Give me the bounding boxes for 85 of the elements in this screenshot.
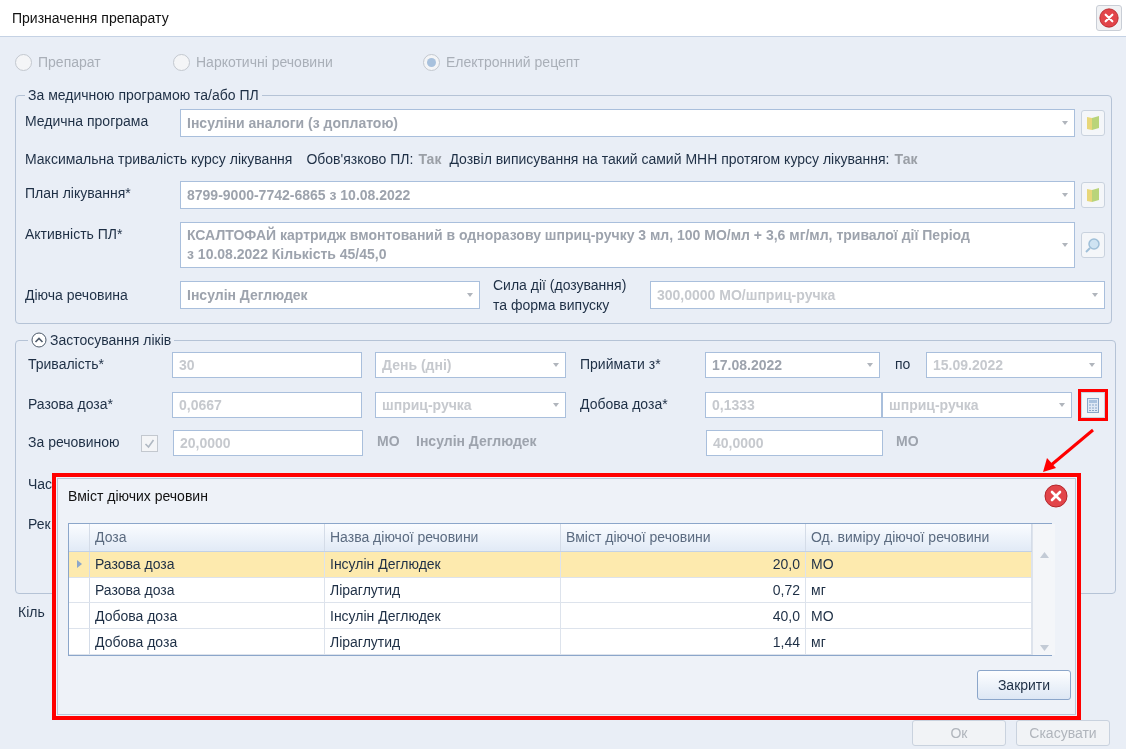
- book-icon: [1086, 115, 1100, 131]
- table-cell: Ліраглутид: [325, 577, 561, 603]
- calculator-icon: [1087, 397, 1099, 413]
- close-icon: [1044, 484, 1068, 508]
- group-title: За медичною програмою та/або ПЛ: [28, 87, 259, 103]
- check-icon: [144, 437, 155, 449]
- info-value: Так: [894, 151, 918, 167]
- close-icon: [1099, 8, 1119, 28]
- substance-text: Інсулін Деглюдек: [416, 432, 538, 449]
- radio-option[interactable]: Електронний рецепт: [423, 53, 623, 71]
- field-label: Час: [28, 476, 54, 492]
- table-cell: Добова доза: [90, 629, 325, 654]
- column-header[interactable]: Доза: [90, 524, 325, 551]
- field-label: по: [895, 355, 912, 372]
- table-cell: Інсулін Деглюдек: [325, 551, 561, 577]
- info-text: Обов'язково ПЛ:: [306, 151, 414, 167]
- table-cell: Разова доза: [90, 551, 325, 577]
- close-button[interactable]: [1042, 483, 1070, 509]
- field-label: Сила дії (дозування) та форма випуску: [493, 276, 628, 315]
- checkbox[interactable]: [141, 434, 158, 452]
- calculator-button[interactable]: [1081, 392, 1105, 418]
- scrollbar[interactable]: [1032, 524, 1055, 655]
- radio-option[interactable]: Препарат: [15, 53, 173, 71]
- input-field[interactable]: 0,1333: [705, 392, 882, 418]
- scroll-up-icon: [1039, 552, 1049, 558]
- table-cell: Ліраглутид: [325, 629, 561, 654]
- search-button[interactable]: [1081, 232, 1105, 258]
- close-dialog-button[interactable]: Закрити: [977, 670, 1071, 700]
- field-label: Медична програма: [25, 112, 150, 129]
- window-title: Призначення препарату: [12, 10, 169, 26]
- table-row[interactable]: Добова доза Інсулін Деглюдек 40,0 МО: [69, 603, 1032, 630]
- input-field[interactable]: 40,0000: [706, 430, 883, 456]
- field-label: Активність ПЛ*: [25, 225, 124, 242]
- book-button[interactable]: [1081, 182, 1105, 208]
- column-header[interactable]: Вміст діючої речовини: [561, 524, 806, 551]
- field-label: Діюча речовина: [25, 287, 129, 303]
- close-button[interactable]: [1096, 5, 1122, 31]
- unit-text: МО: [896, 432, 920, 449]
- dropdown-field[interactable]: 300,0000 МО/шприц-ручка: [650, 281, 1105, 309]
- info-value: Так: [418, 151, 442, 167]
- table-cell: 0,72: [561, 577, 806, 603]
- field-label: Добова доза*: [580, 395, 669, 412]
- search-icon: [1085, 237, 1101, 253]
- dialog-button[interactable]: Скасувати: [1016, 720, 1110, 746]
- dialog-title: Вміст діючих речовин: [68, 488, 208, 504]
- info-text: Дозвіл виписування на такий самий МНН протягом курсу лікування:: [449, 151, 890, 167]
- field-label: План лікування*: [25, 184, 132, 201]
- field-label: За речовиною: [28, 433, 121, 450]
- info-text: Максимальна тривалість курсу лікування: [25, 151, 293, 167]
- dropdown-field[interactable]: День (дні): [375, 352, 566, 378]
- dropdown-field[interactable]: 15.09.2022: [926, 352, 1102, 378]
- book-button[interactable]: [1081, 110, 1105, 136]
- unit-text: МО: [377, 432, 401, 449]
- dialog-button[interactable]: Ок: [912, 720, 1006, 746]
- scroll-down-icon: [1039, 645, 1049, 651]
- field-label: Приймати з*: [580, 355, 662, 372]
- table-cell: Інсулін Деглюдек: [325, 603, 561, 629]
- collapse-icon[interactable]: [31, 332, 47, 348]
- dropdown-field[interactable]: шприц-ручка: [882, 392, 1072, 418]
- group-title: Застосування ліків: [50, 332, 172, 348]
- column-header[interactable]: Назва діючої речовини: [325, 524, 561, 551]
- table-row[interactable]: Разова доза Інсулін Деглюдек 20,0 МО: [69, 551, 1032, 578]
- field-label: Рек: [28, 516, 52, 532]
- dropdown-field[interactable]: шприц-ручка: [375, 392, 566, 418]
- table-cell: Добова доза: [90, 603, 325, 629]
- field-label: Кіль: [18, 604, 45, 620]
- table-cell: 20,0: [561, 551, 806, 577]
- field-label: Тривалість*: [28, 355, 105, 372]
- input-field[interactable]: 30: [172, 352, 362, 378]
- table-row[interactable]: Разова доза Ліраглутид 0,72 мг: [69, 577, 1032, 604]
- table-cell: 1,44: [561, 629, 806, 654]
- dropdown-field[interactable]: КСАЛТОФАЙ картридж вмонтований в одноразову шприц-ручку 3 мл, 100 МО/мл + 3,6 мг/мл, тривалої дії Період з 10.08.2022 Кількість 45/45,0: [180, 222, 1075, 268]
- dropdown-field[interactable]: Інсуліни аналоги (з доплатою): [180, 109, 1075, 137]
- table-cell: 40,0: [561, 603, 806, 629]
- row-pointer-icon: [76, 560, 82, 569]
- table-cell: Разова доза: [90, 577, 325, 603]
- dropdown-field[interactable]: Інсулін Деглюдек: [180, 281, 480, 309]
- radio-option[interactable]: Наркотичні речовини: [173, 53, 423, 71]
- book-icon: [1086, 187, 1100, 203]
- table-row[interactable]: Добова доза Ліраглутид 1,44 мг: [69, 629, 1032, 655]
- input-field[interactable]: 20,0000: [173, 430, 363, 456]
- input-field[interactable]: 0,0667: [172, 392, 362, 418]
- field-label: Разова доза*: [28, 395, 114, 412]
- dropdown-field[interactable]: 8799-9000-7742-6865 з 10.08.2022: [180, 181, 1075, 209]
- dropdown-field[interactable]: 17.08.2022: [705, 352, 880, 378]
